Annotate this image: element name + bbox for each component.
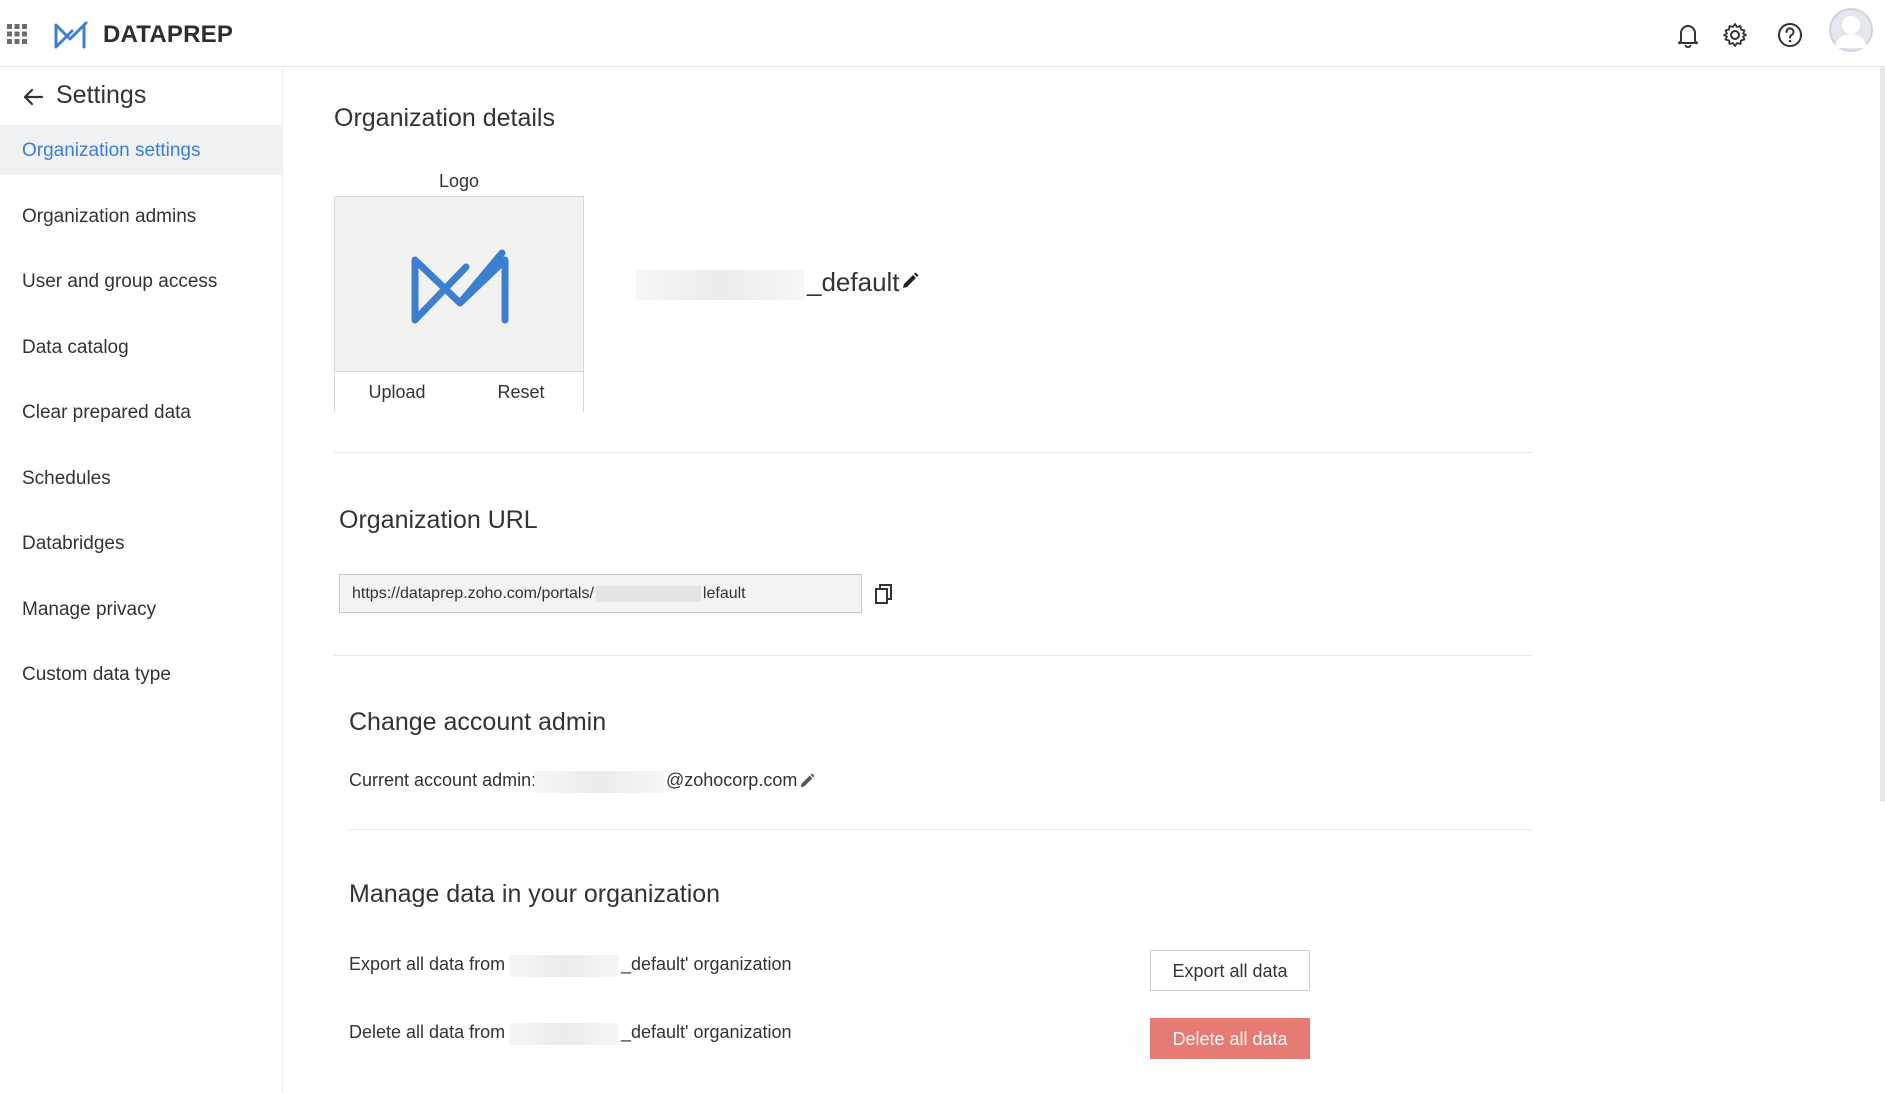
redacted-url-segment	[595, 585, 701, 602]
org-url-title: Organization URL	[339, 506, 538, 534]
arrow-left-icon[interactable]	[22, 86, 44, 108]
export-data-suffix: _default' organization	[621, 954, 792, 974]
redacted-admin-email	[534, 771, 664, 793]
sidebar-item-clear-prepared-data[interactable]: Clear prepared data	[0, 388, 282, 437]
redacted-org-name	[509, 955, 619, 977]
logo-caption: Logo	[438, 171, 480, 191]
current-admin-label: Current account admin:	[349, 770, 537, 790]
sidebar-item-organization-settings[interactable]: Organization settings	[0, 126, 282, 175]
reset-logo-button[interactable]: Reset	[459, 371, 583, 412]
org-name: _default	[807, 267, 900, 297]
section-divider	[334, 655, 1532, 656]
copy-icon[interactable]	[874, 583, 894, 605]
gear-icon[interactable]	[1722, 22, 1748, 48]
sidebar-item-data-catalog[interactable]: Data catalog	[0, 323, 282, 372]
export-data-prefix: Export all data from '	[349, 954, 514, 974]
edit-admin-icon[interactable]	[798, 772, 816, 790]
help-icon[interactable]	[1777, 22, 1803, 48]
delete-data-suffix: _default' organization	[621, 1022, 792, 1042]
section-divider	[334, 452, 1532, 453]
org-url-prefix: https://dataprep.zoho.com/portals/	[352, 585, 594, 602]
org-url-suffix: lefault	[702, 585, 746, 602]
org-logo-image	[411, 249, 509, 324]
redacted-org-name	[509, 1023, 619, 1045]
upload-logo-button[interactable]: Upload	[335, 371, 460, 412]
scrollbar[interactable]	[1880, 67, 1885, 802]
dataprep-logo-icon	[54, 21, 88, 49]
sidebar-item-custom-data-type[interactable]: Custom data type	[0, 650, 282, 699]
org-url-field[interactable]: https://dataprep.zoho.com/portals/lefaul…	[339, 574, 862, 613]
main-content: Organization details Logo Upload Reset _…	[284, 67, 1884, 1093]
sidebar-item-organization-admins[interactable]: Organization admins	[0, 192, 282, 241]
current-admin-email: @zohocorp.com	[666, 770, 798, 790]
org-details-title: Organization details	[334, 104, 555, 132]
sidebar-item-databridges[interactable]: Databridges	[0, 519, 282, 568]
redacted-org-name	[636, 270, 804, 300]
top-bar: DATAPREP	[0, 0, 1885, 67]
delete-data-prefix: Delete all data from '	[349, 1022, 514, 1042]
settings-nav: Organization settings Organization admin…	[0, 126, 282, 699]
section-divider	[349, 829, 1532, 830]
user-avatar[interactable]	[1829, 8, 1873, 52]
settings-sidebar: Settings Organization settings Organizat…	[0, 67, 283, 1093]
export-all-data-button[interactable]: Export all data	[1150, 950, 1310, 991]
sidebar-title: Settings	[56, 81, 147, 109]
account-admin-title: Change account admin	[349, 708, 607, 736]
sidebar-item-user-and-group-access[interactable]: User and group access	[0, 257, 282, 306]
bell-icon[interactable]	[1675, 22, 1701, 48]
edit-org-name-icon[interactable]	[900, 271, 920, 291]
sidebar-header: Settings	[0, 67, 282, 126]
sidebar-item-schedules[interactable]: Schedules	[0, 454, 282, 503]
app-name: DATAPREP	[103, 21, 234, 48]
user-avatar-icon	[1829, 8, 1873, 52]
sidebar-item-manage-privacy[interactable]: Manage privacy	[0, 585, 282, 634]
manage-data-title: Manage data in your organization	[349, 880, 721, 908]
apps-grid-icon[interactable]	[7, 24, 27, 44]
logo-box: Upload Reset	[334, 196, 584, 412]
delete-all-data-button[interactable]: Delete all data	[1150, 1018, 1310, 1059]
